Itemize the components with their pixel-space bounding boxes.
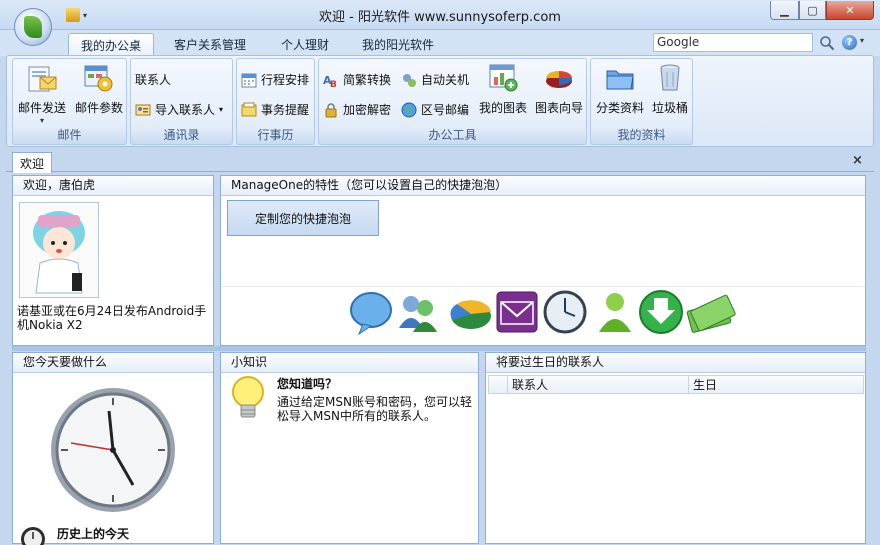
welcome-panel: 欢迎，唐伯虎 诺基亚或在6月24日发布Android手机Nokia X2 [12,175,214,346]
shutdown-icon [403,73,416,87]
quick-bubbles[interactable] [349,288,739,338]
close-tab-icon[interactable]: × [852,153,863,168]
send-mail-button[interactable]: 邮件发送 ▾ [15,63,69,125]
mail-send-icon [28,66,57,92]
chart-icon [489,64,518,92]
group-label-contacts: 通讯录 [163,128,200,142]
trash-icon [660,64,680,91]
divider [221,286,865,287]
reminder-icon [241,102,257,116]
maximize-button[interactable]: ▢ [799,1,826,20]
history-clock-icon [21,527,45,545]
quick-action-icon[interactable] [66,8,80,22]
birthdays-panel: 将要过生日的联系人 联系人 生日 [485,352,866,544]
search-input[interactable]: Google [653,33,813,52]
todo-header: 您今天要做什么 [13,353,213,373]
chevron-down-icon[interactable]: ▾ [40,116,44,125]
lock-icon [325,102,337,117]
avatar [19,202,99,298]
users-icon [399,296,437,332]
features-header: ManageOne的特性（您可以设置自己的快捷泡泡） [221,176,865,196]
chart-wizard-button[interactable]: 图表向导 [531,63,587,116]
tab-crm[interactable]: 客户关系管理 [162,33,258,56]
contacts-button[interactable]: 联系人 [135,71,171,88]
chevron-down-icon[interactable]: ▾ [83,11,87,20]
folder-icon [606,70,634,90]
horizontal-splitter[interactable] [12,346,866,351]
group-label-calendar: 行事历 [257,128,294,142]
ribbon-group-office-tools: AB 简繁转换 加密解密 自动关机 区号邮编 我的图表 图表向导 办公工具 [318,58,587,145]
ribbon-group-my-data: 分类资料 垃圾桶 我的资料 [590,58,693,145]
svg-text:B: B [330,80,337,88]
auto-shutdown-button[interactable]: 自动关机 [401,71,469,88]
app-menu-button[interactable] [14,8,52,46]
tip-title: 您知道吗？ [277,377,338,391]
minimize-button[interactable]: ▁ [770,1,799,20]
help-icon[interactable]: ? [842,35,857,50]
lightbulb-icon [232,376,264,418]
group-label-my-data: 我的资料 [617,128,666,142]
tips-header: 小知识 [221,353,478,373]
customize-bubbles-button[interactable]: 定制您的快捷泡泡 [227,200,379,236]
mail-settings-icon [84,65,113,92]
column-header-birthday[interactable]: 生日 [689,376,863,393]
money-icon [686,294,736,333]
tab-personal-finance[interactable]: 个人理财 [269,33,341,56]
chat-bubble-icon [350,292,392,336]
mail-icon [496,291,538,333]
text-convert-icon: AB [323,74,337,88]
zipcode-button[interactable]: 区号邮编 [401,101,469,118]
tab-my-sunny-software[interactable]: 我的阳光软件 [350,33,446,56]
mail-params-button[interactable]: 邮件参数 [71,63,127,116]
features-panel: ManageOne的特性（您可以设置自己的快捷泡泡） 定制您的快捷泡泡 [220,175,866,346]
ribbon-group-contacts: 联系人 导入联系人 ▾ 通讯录 [130,58,233,145]
my-chart-button[interactable]: 我的图表 [477,63,529,116]
classify-data-button[interactable]: 分类资料 [593,63,647,116]
schedule-button[interactable]: 行程安排 [241,71,309,88]
tip-body: 通过给定MSN账号和密码，您可以轻松导入MSN中所有的联系人。 [277,395,472,423]
contact-card-icon [135,104,151,115]
encrypt-decrypt-button[interactable]: 加密解密 [323,101,391,118]
doc-tab-welcome[interactable]: 欢迎 [12,152,52,173]
group-label-mail: 邮件 [57,128,82,142]
history-today-title: 历史上的今天 [57,527,130,541]
user-green-icon [599,293,631,332]
app-logo-icon [24,16,42,38]
quick-access-toolbar[interactable]: ▾ [66,6,100,24]
clock-icon [543,290,587,334]
ribbon-group-mail: 邮件发送 ▾ 邮件参数 邮件 [12,58,127,145]
ribbon-group-calendar: 行程安排 事务提醒 行事历 [236,58,315,145]
pie-chart-icon [450,300,491,329]
chevron-down-icon[interactable]: ▾ [219,105,223,114]
globe-icon [401,102,417,117]
window-title: 欢迎 - 阳光软件 www.sunnysoferp.com [319,10,561,25]
convert-chinese-button[interactable]: AB 简繁转换 [323,71,391,88]
download-icon [639,290,683,334]
birthdays-header: 将要过生日的联系人 [486,353,865,373]
birthdays-table-header: 联系人 生日 [488,375,864,394]
pie-chart-icon [546,71,572,88]
avatar-image [33,211,85,294]
analog-clock [51,388,175,512]
trash-button[interactable]: 垃圾桶 [647,63,693,116]
welcome-header: 欢迎，唐伯虎 [13,176,213,196]
todo-panel: 您今天要做什么 历史上的今天 [12,352,214,545]
chevron-down-icon[interactable]: ▾ [860,36,864,45]
news-text: 诺基亚或在6月24日发布Android手机Nokia X2 [17,304,207,332]
tab-my-desk[interactable]: 我的办公桌 [68,33,155,56]
column-header-contact[interactable]: 联系人 [508,376,689,393]
tips-panel: 小知识 您知道吗？ 通过给定MSN账号和密码，您可以轻松导入MSN中所有的联系人… [220,352,479,544]
group-label-office-tools: 办公工具 [428,128,477,142]
document-tab-strip [6,150,874,172]
import-contacts-button[interactable]: 导入联系人 ▾ [135,101,223,118]
calendar-icon [241,73,257,87]
close-button[interactable]: ✕ [826,1,874,20]
reminder-button[interactable]: 事务提醒 [241,101,309,118]
search-icon[interactable] [819,35,835,51]
